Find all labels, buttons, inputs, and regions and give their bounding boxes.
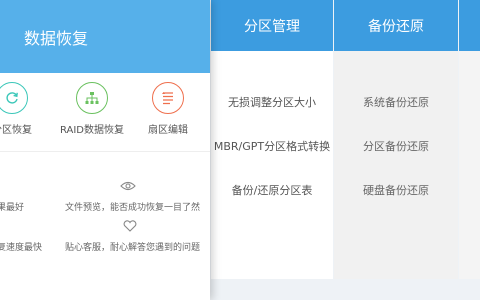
- customer-service-note: 贴心客服，耐心解答您遇到的问题: [65, 243, 201, 253]
- sector-edit-label: 扇区编辑: [148, 125, 188, 136]
- partition-menu-body: 无损调整分区大小 MBR/GPT分区格式转换 备份/还原分区表: [211, 51, 333, 279]
- panel-divider: [0, 151, 210, 152]
- fastest-speed-note: 复速度最快: [0, 243, 43, 253]
- sector-edit-icon: [152, 82, 184, 114]
- partition-recovery-feature[interactable]: 分区恢复: [0, 82, 47, 136]
- raid-recovery-label: RAID数据恢复: [59, 125, 125, 136]
- partition-backup-link[interactable]: 分区备份还原: [334, 138, 458, 154]
- sector-edit-feature[interactable]: 扇区编辑: [133, 82, 203, 136]
- partition-menu-column: 分区管理 无损调整分区大小 MBR/GPT分区格式转换 备份/还原分区表: [211, 0, 333, 300]
- file-preview-note: 文件预览，能否成功恢复一目了然: [65, 203, 201, 213]
- eye-icon: [120, 180, 136, 196]
- data-recovery-panel: 数据恢复 分区恢复 RAID数据恢复: [0, 0, 210, 300]
- next-menu-body: [459, 51, 480, 279]
- partition-menu-title[interactable]: 分区管理: [211, 0, 333, 51]
- refresh-icon: [0, 82, 28, 114]
- next-menu-title[interactable]: [459, 0, 480, 51]
- data-recovery-title[interactable]: 数据恢复: [0, 0, 210, 73]
- backup-menu-body: 系统备份还原 分区备份还原 硬盘备份还原: [334, 51, 458, 279]
- disk-backup-link[interactable]: 硬盘备份还原: [334, 182, 458, 198]
- heart-icon: [123, 220, 137, 236]
- mbr-gpt-convert-link[interactable]: MBR/GPT分区格式转换: [211, 138, 333, 154]
- raid-recovery-feature[interactable]: RAID数据恢复: [57, 82, 127, 136]
- backup-menu-title[interactable]: 备份还原: [334, 0, 458, 51]
- partition-table-backup-link[interactable]: 备份/还原分区表: [211, 182, 333, 198]
- backup-menu-column: 备份还原 系统备份还原 分区备份还原 硬盘备份还原: [334, 0, 458, 300]
- best-result-note: 果最好: [0, 203, 25, 213]
- next-menu-column: [459, 0, 480, 300]
- system-backup-link[interactable]: 系统备份还原: [334, 94, 458, 110]
- resize-partition-link[interactable]: 无损调整分区大小: [211, 94, 333, 110]
- raid-network-icon: [76, 82, 108, 114]
- partition-recovery-label: 分区恢复: [0, 125, 32, 136]
